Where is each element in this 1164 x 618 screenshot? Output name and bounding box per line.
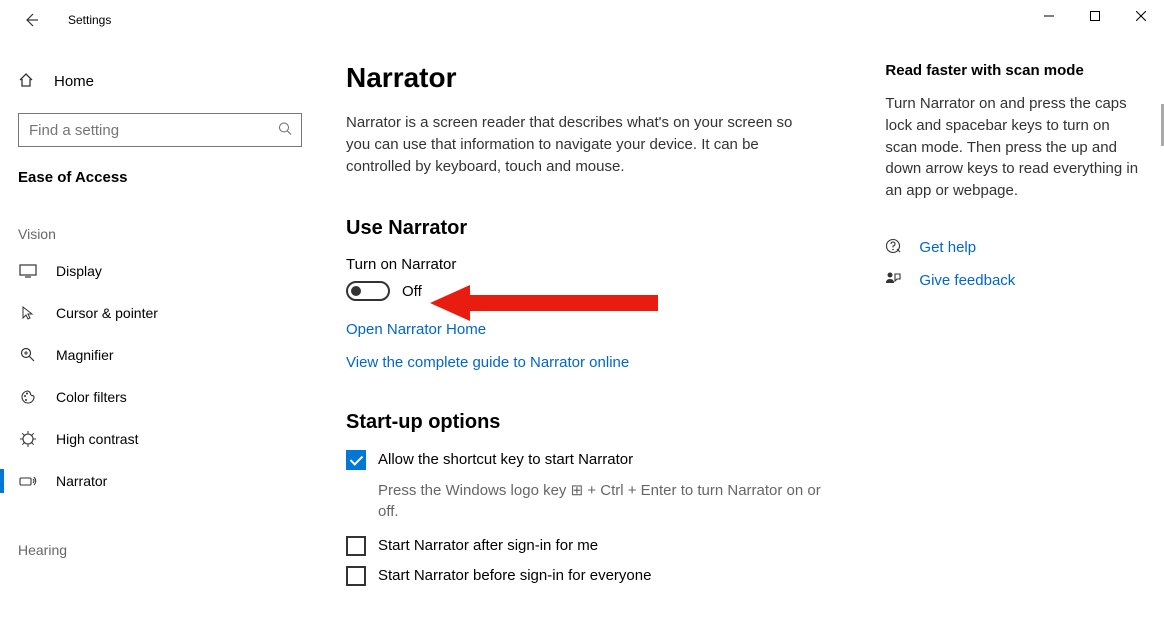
- minimize-button[interactable]: [1026, 0, 1072, 32]
- narrator-toggle[interactable]: [346, 281, 390, 301]
- window-controls: [1026, 0, 1164, 32]
- shortcut-label: Allow the shortcut key to start Narrator: [378, 450, 633, 468]
- sidebar-item-narrator[interactable]: Narrator: [0, 460, 320, 502]
- before-signin-label: Start Narrator before sign-in for everyo…: [378, 566, 651, 584]
- palette-icon: [18, 389, 38, 405]
- shortcut-hint: Press the Windows logo key ⊞ + Ctrl + En…: [378, 480, 845, 522]
- after-signin-checkbox[interactable]: [346, 536, 366, 556]
- search-input[interactable]: [18, 113, 302, 147]
- home-nav[interactable]: Home: [0, 64, 320, 99]
- home-label: Home: [54, 73, 94, 90]
- after-signin-label: Start Narrator after sign-in for me: [378, 536, 598, 554]
- narrator-guide-link[interactable]: View the complete guide to Narrator onli…: [346, 354, 845, 371]
- display-icon: [18, 264, 38, 278]
- turn-on-label: Turn on Narrator: [346, 256, 845, 273]
- home-icon: [18, 72, 36, 91]
- group-vision: Vision: [0, 186, 320, 250]
- sidebar: Home Ease of Access Vision Display Curso…: [0, 40, 320, 618]
- help-icon: [885, 238, 903, 257]
- back-button[interactable]: [20, 9, 42, 31]
- contrast-icon: [18, 431, 38, 447]
- cursor-icon: [18, 305, 38, 321]
- sidebar-item-label: Magnifier: [56, 347, 114, 363]
- sidebar-item-cursor[interactable]: Cursor & pointer: [0, 292, 320, 334]
- page-description: Narrator is a screen reader that describ…: [346, 112, 796, 177]
- get-help-link[interactable]: Get help: [919, 239, 976, 256]
- content-area: Narrator Narrator is a screen reader tha…: [320, 40, 1164, 618]
- sidebar-item-label: High contrast: [56, 431, 138, 447]
- search-container: [18, 113, 302, 147]
- window-title: Settings: [68, 13, 111, 27]
- sidebar-item-label: Color filters: [56, 389, 127, 405]
- close-button[interactable]: [1118, 0, 1164, 32]
- group-hearing: Hearing: [0, 502, 320, 566]
- scan-mode-title: Read faster with scan mode: [885, 62, 1140, 79]
- sidebar-item-display[interactable]: Display: [0, 250, 320, 292]
- toggle-state: Off: [402, 283, 422, 300]
- sidebar-item-label: Cursor & pointer: [56, 305, 158, 321]
- feedback-icon: [885, 271, 903, 290]
- maximize-button[interactable]: [1072, 0, 1118, 32]
- before-signin-checkbox[interactable]: [346, 566, 366, 586]
- sidebar-item-label: Narrator: [56, 473, 107, 489]
- titlebar: Settings: [0, 0, 1164, 40]
- page-title: Narrator: [346, 62, 845, 94]
- give-feedback-link[interactable]: Give feedback: [919, 272, 1015, 289]
- magnifier-icon: [18, 347, 38, 363]
- sidebar-item-magnifier[interactable]: Magnifier: [0, 334, 320, 376]
- sidebar-item-label: Display: [56, 263, 102, 279]
- search-icon: [278, 122, 292, 139]
- use-narrator-heading: Use Narrator: [346, 217, 845, 240]
- section-header: Ease of Access: [0, 147, 320, 186]
- startup-heading: Start-up options: [346, 411, 845, 434]
- scan-mode-text: Turn Narrator on and press the caps lock…: [885, 93, 1140, 202]
- narrator-icon: [18, 474, 38, 488]
- sidebar-item-high-contrast[interactable]: High contrast: [0, 418, 320, 460]
- shortcut-checkbox[interactable]: [346, 450, 366, 470]
- open-narrator-home-link[interactable]: Open Narrator Home: [346, 321, 845, 338]
- sidebar-item-color-filters[interactable]: Color filters: [0, 376, 320, 418]
